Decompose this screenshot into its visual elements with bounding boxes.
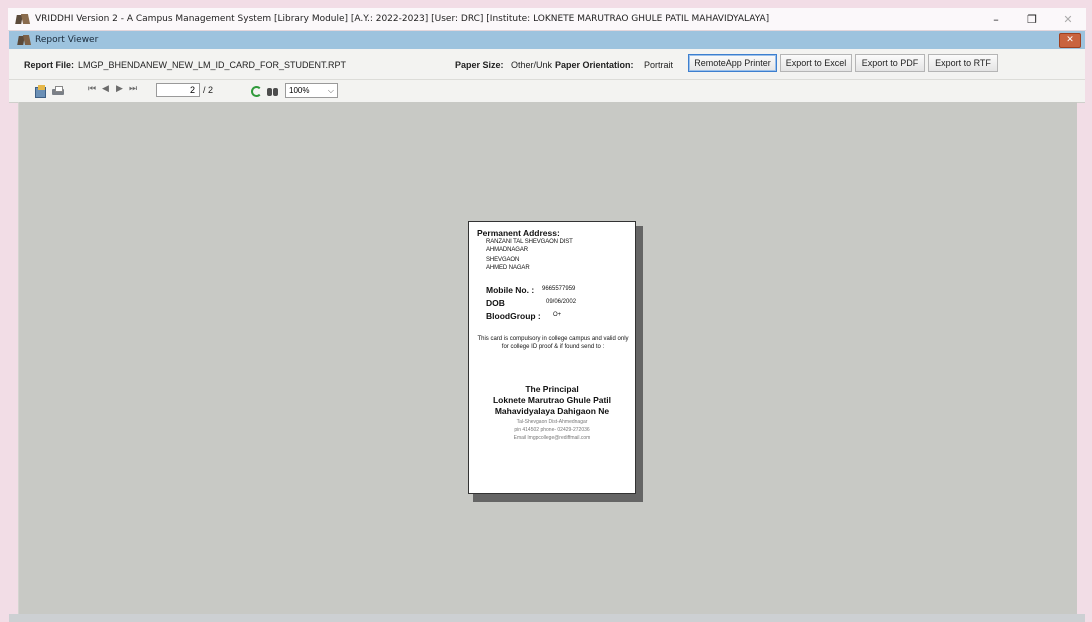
address-line: AHMED NAGAR — [486, 265, 530, 271]
blood-group-value: O+ — [553, 312, 562, 318]
report-viewer-icon — [18, 35, 31, 46]
zoom-select[interactable]: 100% ⌵ — [285, 83, 338, 98]
close-button[interactable]: ✕ — [1050, 8, 1086, 30]
address-line: AHMADNAGAR — [486, 247, 529, 253]
dob-label: DOB — [486, 298, 505, 308]
zoom-value: 100% — [289, 86, 310, 95]
report-info-bar: Report File: LMGP_BHENDANEW_NEW_LM_ID_CA… — [9, 49, 1085, 80]
viewer-toolbar: ⏮ ◀ ▶ ⏭ 2 / 2 100% ⌵ — [9, 80, 1085, 103]
report-file-label: Report File: — [24, 60, 75, 70]
app-title: VRIDDHI Version 2 - A Campus Management … — [35, 14, 770, 24]
export-icon[interactable] — [34, 85, 46, 98]
card-notice: This card is compulsory in college campu… — [477, 336, 629, 350]
college-name-line1: Loknete Marutrao Ghule Patil — [492, 395, 612, 405]
page-total: / 2 — [203, 85, 214, 95]
previous-page-button[interactable]: ◀ — [102, 84, 109, 94]
export-rtf-button[interactable]: Export to RTF — [928, 54, 998, 72]
mobile-value: 9665577959 — [542, 286, 576, 292]
report-viewer-titlebar: Report Viewer ✕ — [9, 31, 1085, 49]
address-line: RANZANI TAL SHEVGAON DIST — [486, 239, 573, 245]
window-bottom-edge — [9, 614, 1085, 622]
maximize-button[interactable]: ❐ — [1014, 8, 1050, 30]
id-card-page: Permanent Address: RANZANI TAL SHEVGAON … — [468, 221, 636, 494]
contact-phone: pin 414502 phone- 02429-272036 — [514, 427, 590, 433]
find-icon[interactable] — [267, 85, 279, 97]
window-controls: – ❐ ✕ — [978, 8, 1086, 30]
export-excel-button[interactable]: Export to Excel — [780, 54, 852, 72]
address-line: SHEVGAON — [486, 257, 520, 263]
next-page-button[interactable]: ▶ — [116, 84, 123, 94]
contact-address: Tal-Shevgaon Dist-Ahmednagar — [516, 419, 588, 425]
mobile-label: Mobile No. : — [486, 285, 535, 295]
page-number-input[interactable]: 2 — [156, 83, 200, 97]
college-name-line2: Mahavidyalaya Dahigaon Ne — [494, 406, 610, 416]
export-pdf-button[interactable]: Export to PDF — [855, 54, 925, 72]
refresh-icon[interactable] — [250, 85, 262, 97]
dob-value: 09/06/2002 — [546, 299, 577, 305]
app-logo-icon — [16, 13, 30, 25]
principal-title: The Principal — [525, 384, 579, 394]
chevron-down-icon: ⌵ — [327, 86, 334, 95]
app-titlebar: VRIDDHI Version 2 - A Campus Management … — [8, 8, 1086, 31]
report-canvas[interactable]: Permanent Address: RANZANI TAL SHEVGAON … — [18, 102, 1077, 614]
paper-size-value: Other/Unk — [511, 60, 553, 70]
report-viewer-title: Report Viewer — [35, 35, 99, 45]
paper-orientation-label: Paper Orientation: — [555, 60, 634, 70]
minimize-button[interactable]: – — [978, 8, 1014, 30]
remoteapp-printer-button[interactable]: RemoteApp Printer — [688, 54, 777, 72]
paper-orientation-value: Portrait — [644, 60, 674, 70]
report-viewer-close-button[interactable]: ✕ — [1059, 33, 1081, 48]
permanent-address-title: Permanent Address: — [477, 228, 560, 238]
last-page-button[interactable]: ⏭ — [129, 84, 137, 94]
contact-email: Email lmgpcollege@rediffmail.com — [513, 435, 591, 441]
report-file-value: LMGP_BHENDANEW_NEW_LM_ID_CARD_FOR_STUDEN… — [78, 60, 347, 70]
blood-group-label: BloodGroup : — [486, 311, 541, 321]
print-icon[interactable] — [52, 85, 64, 97]
paper-size-label: Paper Size: — [455, 60, 504, 70]
first-page-button[interactable]: ⏮ — [88, 84, 96, 94]
